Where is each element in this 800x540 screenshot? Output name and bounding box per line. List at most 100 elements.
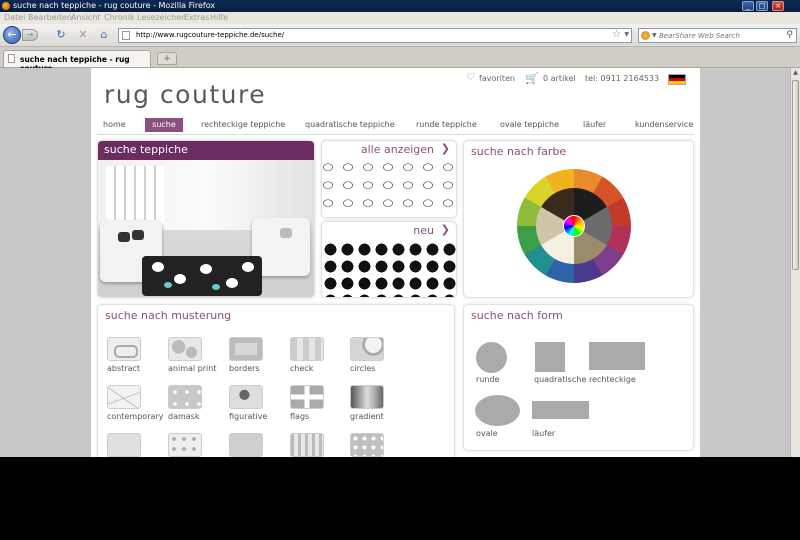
cart-icon[interactable]: 🛒 — [525, 72, 539, 85]
pattern-abstract[interactable]: abstract — [107, 337, 165, 373]
pattern-label[interactable]: flags — [290, 412, 348, 421]
pattern-contemporary[interactable]: contemporary — [107, 385, 165, 421]
nav-laeufer[interactable]: läufer — [579, 118, 610, 132]
nav-rechteckige-teppiche[interactable]: rechteckige teppiche — [197, 118, 289, 132]
scrollbar-thumb[interactable] — [792, 80, 799, 270]
menu-ansicht[interactable]: Ansicht — [71, 13, 101, 22]
menu-datei[interactable]: Datei — [4, 13, 25, 22]
pattern-label[interactable]: animal print — [168, 364, 226, 373]
menu-bearbeiten[interactable]: Bearbeiten — [28, 13, 72, 22]
pattern-thumbnail[interactable] — [290, 433, 324, 457]
nav-quadratische-teppiche[interactable]: quadratische teppiche — [301, 118, 399, 132]
pattern-row3-4[interactable] — [290, 433, 348, 457]
pattern-figurative[interactable]: figurative — [229, 385, 287, 421]
home-icon[interactable]: ⌂ — [97, 28, 111, 42]
menu-lesezeichen[interactable]: Lesezeichen — [137, 13, 186, 22]
stop-icon[interactable]: ✕ — [76, 28, 90, 42]
shape-label-runde[interactable]: runde — [476, 375, 499, 384]
nav-runde-teppiche[interactable]: runde teppiche — [412, 118, 481, 132]
pattern-label[interactable]: abstract — [107, 364, 165, 373]
pattern-animal-print[interactable]: animal print — [168, 337, 226, 373]
oval-shape-icon[interactable] — [475, 395, 520, 426]
favorites-link[interactable]: favoriten — [479, 74, 515, 83]
maximize-button[interactable]: □ — [756, 1, 768, 11]
show-all-card[interactable]: alle anzeigen ❯ — [321, 140, 457, 218]
pattern-damask[interactable]: damask — [168, 385, 226, 421]
cart-link[interactable]: 0 artikel — [543, 74, 576, 83]
site-logo[interactable]: rug couture — [104, 80, 266, 109]
new-tab-button[interactable]: + — [157, 52, 177, 65]
shape-label-laeufer[interactable]: läufer — [532, 429, 555, 438]
damask-thumbnail[interactable] — [168, 385, 202, 409]
url-text[interactable]: http://www.rugcouture-teppiche.de/suche/ — [136, 31, 284, 39]
web-search-input[interactable] — [659, 30, 779, 41]
new-link[interactable]: neu — [413, 224, 434, 237]
pattern-gradient[interactable]: gradient — [350, 385, 408, 421]
pattern-label[interactable]: borders — [229, 364, 287, 373]
leaf-pattern-rug-image[interactable] — [322, 160, 456, 217]
pattern-thumbnail[interactable] — [350, 433, 384, 457]
shape-label-ovale[interactable]: ovale — [476, 429, 498, 438]
pattern-label[interactable]: check — [290, 364, 348, 373]
nav-ovale-teppiche[interactable]: ovale teppiche — [496, 118, 563, 132]
animal-print-thumbnail[interactable] — [168, 337, 202, 361]
pattern-label[interactable]: contemporary — [107, 412, 165, 421]
menu-extras[interactable]: Extras — [184, 13, 209, 22]
pattern-label[interactable]: damask — [168, 412, 226, 421]
tab-active[interactable]: suche nach teppiche - rug couture — [3, 50, 151, 73]
shape-label-rechteckige[interactable]: rechteckige — [589, 375, 636, 384]
pattern-thumbnail[interactable] — [168, 433, 202, 457]
search-engine-icon[interactable] — [641, 31, 650, 40]
forward-button[interactable]: → — [22, 29, 38, 41]
shape-label-quadratische[interactable]: quadratische — [534, 375, 586, 384]
dot-pattern-rug-image[interactable] — [322, 241, 456, 297]
chevron-right-icon[interactable]: ❯ — [441, 223, 450, 236]
nav-kundenservice[interactable]: kundenservice — [631, 118, 697, 132]
search-rugs-card[interactable]: suche teppiche — [97, 140, 315, 298]
runner-shape-icon[interactable] — [532, 401, 589, 419]
heart-icon[interactable]: ♡ — [466, 72, 475, 83]
nav-suche[interactable]: suche — [145, 118, 183, 132]
multicolor-center[interactable] — [563, 215, 585, 237]
bookmark-star-icon[interactable]: ☆ — [612, 29, 621, 40]
square-shape-icon[interactable] — [535, 342, 565, 372]
check-thumbnail[interactable] — [290, 337, 324, 361]
pattern-row3-3[interactable] — [229, 433, 287, 457]
pattern-row3-5[interactable] — [350, 433, 408, 457]
back-button[interactable]: ← — [3, 26, 21, 44]
search-engine-dropdown-icon[interactable]: ▼ — [652, 32, 657, 39]
figurative-thumbnail[interactable] — [229, 385, 263, 409]
contemporary-thumbnail[interactable] — [107, 385, 141, 409]
rectangle-shape-icon[interactable] — [589, 342, 645, 370]
flags-thumbnail[interactable] — [290, 385, 324, 409]
menu-chronik[interactable]: Chronik — [104, 13, 135, 22]
web-search-bar[interactable]: ▼ ⚲ — [638, 28, 797, 43]
pattern-thumbnail[interactable] — [229, 433, 263, 457]
pattern-borders[interactable]: borders — [229, 337, 287, 373]
url-bar[interactable]: http://www.rugcouture-teppiche.de/suche/… — [118, 28, 632, 43]
borders-thumbnail[interactable] — [229, 337, 263, 361]
pattern-row3-2[interactable] — [168, 433, 226, 457]
search-icon[interactable]: ⚲ — [786, 30, 793, 40]
close-button[interactable]: × — [772, 1, 784, 11]
round-shape-icon[interactable] — [476, 342, 507, 373]
pattern-check[interactable]: check — [290, 337, 348, 373]
pattern-flags[interactable]: flags — [290, 385, 348, 421]
show-all-link[interactable]: alle anzeigen — [361, 143, 434, 156]
german-flag-icon[interactable] — [668, 74, 686, 85]
minimize-button[interactable]: _ — [742, 1, 754, 11]
pattern-row3-1[interactable] — [107, 433, 165, 457]
abstract-thumbnail[interactable] — [107, 337, 141, 361]
nav-home[interactable]: home — [99, 118, 130, 132]
neutral-color-ring[interactable] — [536, 188, 612, 264]
vertical-scrollbar[interactable]: ▲ — [790, 68, 800, 457]
chevron-right-icon[interactable]: ❯ — [441, 142, 450, 155]
living-room-image[interactable] — [98, 160, 314, 297]
gradient-thumbnail[interactable] — [350, 385, 384, 409]
pattern-thumbnail[interactable] — [107, 433, 141, 457]
color-wheel[interactable] — [517, 169, 631, 283]
new-card[interactable]: neu ❯ — [321, 221, 457, 298]
scroll-up-arrow-icon[interactable]: ▲ — [791, 68, 800, 78]
pattern-circles[interactable]: circles — [350, 337, 408, 373]
circles-thumbnail[interactable] — [350, 337, 384, 361]
